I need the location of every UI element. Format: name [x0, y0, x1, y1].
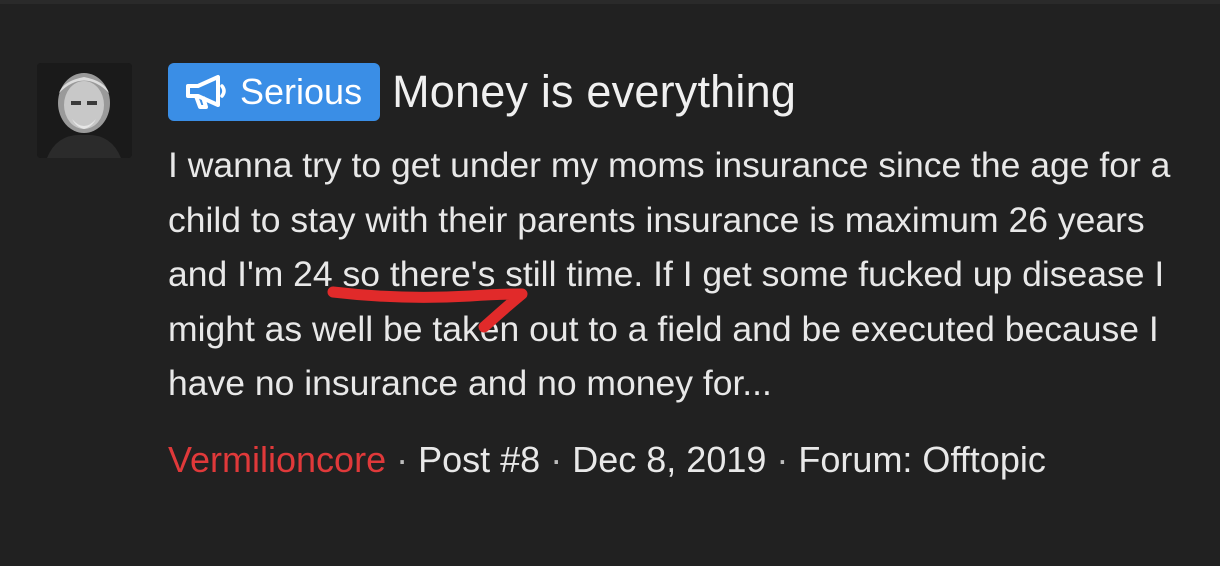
meta-separator: ·	[396, 438, 409, 480]
top-bar	[0, 0, 1220, 4]
post-number-link[interactable]: Post #8	[418, 439, 540, 480]
prefix-label: Serious	[240, 71, 363, 112]
user-avatar-image	[37, 63, 132, 158]
post-date: Dec 8, 2019	[572, 438, 767, 480]
forum-link[interactable]: Forum: Offtopic	[798, 439, 1045, 480]
post-snippet: I wanna try to get under my moms insuran…	[168, 145, 1171, 403]
meta-separator: ·	[550, 438, 563, 480]
avatar[interactable]	[37, 63, 132, 158]
thread-title-link[interactable]: Money is everything	[392, 66, 796, 118]
author-link[interactable]: Vermilioncore	[168, 439, 386, 480]
megaphone-icon	[184, 74, 228, 110]
post-meta: Vermilioncore · Post #8 · Dec 8, 2019 · …	[168, 439, 1198, 481]
prefix-badge[interactable]: Serious	[168, 63, 381, 121]
thread-result: Serious Money is everything I wanna try …	[168, 62, 1198, 481]
title-row: Serious Money is everything	[168, 62, 1198, 122]
meta-separator: ·	[776, 438, 789, 480]
